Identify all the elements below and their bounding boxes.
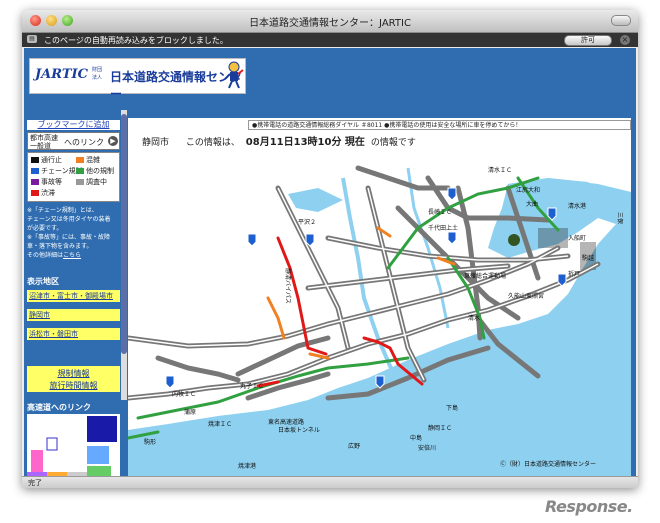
legend-swatch [76, 179, 84, 185]
mascot-icon [224, 61, 244, 89]
label-miho: 三保 [616, 212, 624, 224]
page-content: JARTIC 財団法人 日本道路交通情報センター ブックマークに追加 都市高速 … [24, 48, 636, 476]
logo-brand: JARTIC [35, 67, 88, 82]
label-shimizu-port: 清水港 [568, 202, 586, 210]
label-kanbara: 蒲原 [184, 408, 196, 416]
window-title: 日本道路交通情報センター：JARTIC [249, 18, 411, 29]
legend-item: チェーン規制 [31, 166, 83, 176]
note-line: が必要です。 [27, 225, 63, 232]
urban-road-line-2: 一般道 [30, 142, 51, 150]
note-line: その他詳細はこちら [27, 252, 82, 259]
legend-swatch [31, 190, 39, 196]
urban-road-line-1: 都市高速 [30, 134, 58, 142]
traffic-legend: 通行止 混雑 チェーン規制 他の規制 事故等 調査中 渋滞 [27, 152, 120, 202]
label-nakajima: 中島 [410, 434, 422, 442]
label-hirasawa: 平沢２ [298, 218, 316, 226]
map-copyright: Ⓒ（財）日本道路交通情報センター [500, 460, 596, 468]
info-links: 規制情報 旅行時間情報 [27, 366, 120, 392]
traffic-map-panel: ●携帯電話の道路交通情報総務ダイヤル ＃8011 ●携帯電話の使用は安全な場所に… [128, 118, 631, 476]
popup-blocked-bar: ▤ このページの自動再読み込みをブロックしました。 許可 × [22, 33, 638, 47]
legend-swatch [31, 168, 39, 174]
response-watermark: Response. [545, 497, 633, 516]
label-nihonzaka: 日本坂トンネル [278, 426, 320, 434]
sidebar: ブックマークに追加 都市高速 一般道 へのリンク ▶ 通行止 混雑 チェーン規制… [27, 110, 120, 476]
browser-window: 日本道路交通情報センター：JARTIC ▤ このページの自動再読み込みをブロック… [22, 10, 638, 488]
note-line: ※「チェーン規制」とは、 [27, 207, 98, 214]
legend-swatch [76, 168, 84, 174]
allow-button[interactable]: 許可 [564, 35, 612, 46]
label-komagata: 駒形 [144, 438, 156, 446]
timestamp-suffix: の情報です [370, 138, 416, 148]
legend-notes: ※「チェーン規制」とは、 チェーン又は冬用タイヤの装着 が必要です。 ※「事故等… [27, 206, 120, 260]
label-nagasaki-ic: 長崎ＩＣ [428, 208, 452, 216]
label-uchimaki-ic: 内牧ＩＣ [172, 390, 196, 398]
label-kunozan: 久能山東照宮 [508, 292, 544, 300]
label-komagoe: 駒越 [582, 254, 594, 262]
status-text: 完了 [28, 479, 42, 487]
highway-thumbnail-icon [27, 416, 117, 476]
city-name: 静岡市 [142, 138, 170, 148]
bookmark-link[interactable]: ブックマークに追加 [27, 120, 120, 130]
status-bar: 完了 [22, 476, 638, 488]
details-link[interactable]: こちら [63, 252, 81, 259]
infobar-message: このページの自動再読み込みをブロックしました。 [44, 36, 228, 45]
legend-item: 渋滞 [31, 188, 55, 198]
label-chiyoda: 千代田上土 [428, 224, 458, 232]
label-shimizu-ic: 清水ＩＣ [488, 166, 512, 174]
label-orido: 折戸 [568, 270, 580, 278]
title-bar: 日本道路交通情報センター：JARTIC [22, 10, 638, 33]
urban-road-link[interactable]: 都市高速 一般道 へのリンク ▶ [27, 132, 120, 150]
label-bypass: 静清バイパス [284, 268, 292, 304]
label-shimojima: 下島 [446, 404, 458, 412]
label-shimizu: 清水 [468, 314, 480, 322]
legend-item: 他の規制 [76, 166, 114, 176]
sidebar-scroll-thumb[interactable] [121, 114, 127, 354]
legend-item: 混雑 [76, 155, 100, 165]
notice-ticker: ●携帯電話の道路交通情報総務ダイヤル ＃8011 ●携帯電話の使用は安全な場所に… [248, 120, 631, 130]
timestamp-line: 静岡市 この情報は、 08月11日13時10分 現在 の情報です [142, 133, 416, 148]
urban-road-link-text: へのリンク [64, 138, 104, 147]
note-line: 車・落下物を含みます。 [27, 243, 93, 250]
toolbar-toggle-button[interactable] [611, 15, 631, 26]
label-yaizu-port: 焼津港 [238, 462, 256, 470]
urban-road-label: 都市高速 一般道 [30, 134, 58, 150]
legend-item: 調査中 [76, 177, 107, 187]
label-oimachi: 大曲 [526, 200, 538, 208]
label-kusanagi: 草薙総合運動場 [464, 272, 506, 280]
label-irifunecho: 入船町 [568, 234, 586, 242]
region-link-shizuoka[interactable]: 静岡市 [27, 309, 120, 321]
legend-swatch [31, 179, 39, 185]
highway-link-heading: 高速道へのリンク [27, 403, 91, 412]
logo-small-text: 財団法人 [92, 67, 103, 81]
regulation-info-link[interactable]: 規制情報 [27, 368, 120, 379]
legend-item: 事故等 [31, 177, 62, 187]
region-heading: 表示地区 [27, 277, 59, 286]
legend-swatch [76, 157, 84, 163]
region-link-hamamatsu[interactable]: 浜松市・磐田市 [27, 328, 120, 340]
label-mariko-ic: 丸子ＩＣ [240, 382, 264, 390]
close-icon[interactable]: × [620, 35, 630, 45]
note-line: チェーン又は冬用タイヤの装着 [27, 216, 111, 223]
traffic-map[interactable]: 清水ＩＣ 江尻大和 大曲 清水港 三保 入船町 駒越 折戸 久能山東照宮 長崎Ｉ… [128, 148, 631, 476]
travel-time-link[interactable]: 旅行時間情報 [27, 380, 120, 391]
legend-item: 通行止 [31, 155, 62, 165]
timestamp-prefix: この情報は、 [185, 138, 240, 148]
jartic-logo[interactable]: JARTIC 財団法人 日本道路交通情報センター [29, 58, 246, 101]
label-abekawa: 安倍川 [418, 444, 436, 452]
region-link-numazu[interactable]: 沼津市・富士市・御殿場市 [27, 290, 120, 302]
highway-link-map[interactable] [27, 414, 120, 476]
label-tomei: 東名高速道路 [268, 418, 304, 426]
label-hirooka: 広野 [348, 442, 360, 450]
label-yaizu-ic: 焼津ＩＣ [208, 420, 232, 428]
legend-swatch [31, 157, 39, 163]
label-edemachi: 江尻大和 [516, 186, 540, 194]
label-shizuoka-ic: 静岡ＩＣ [428, 424, 452, 432]
chevron-right-icon: ▶ [108, 136, 118, 146]
timestamp-value: 08月11日13時10分 現在 [245, 137, 365, 148]
note-line: ※「事故等」には、事故・故障 [27, 234, 111, 241]
info-icon: ▤ [27, 35, 37, 43]
